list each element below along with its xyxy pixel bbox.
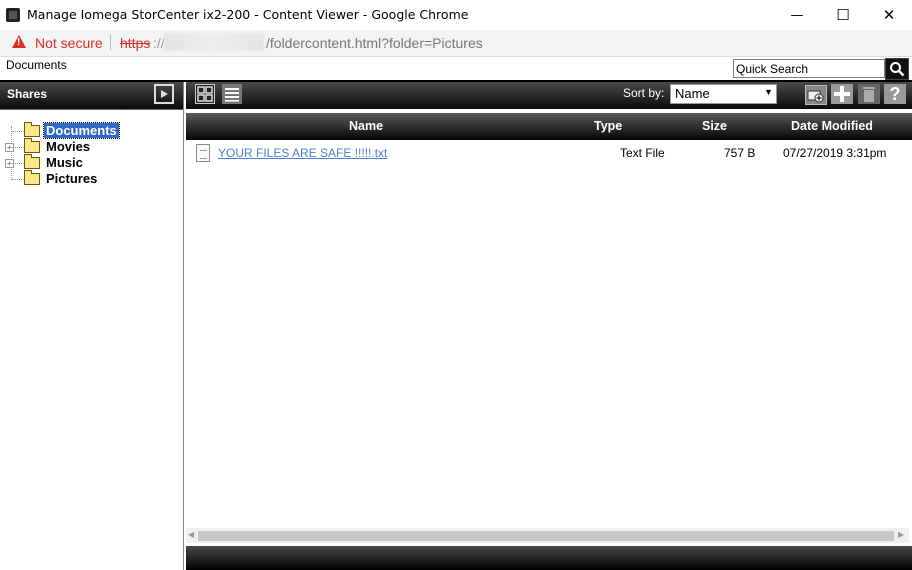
new-folder-icon <box>807 90 824 103</box>
sidebar-item-pictures[interactable]: Pictures <box>0 170 183 187</box>
scrollbar-thumb[interactable] <box>198 531 894 541</box>
sidebar-item-music[interactable]: + Music <box>0 154 183 171</box>
scroll-left-icon[interactable]: ◀ <box>188 530 194 539</box>
tree-connector <box>12 131 24 132</box>
sidebar-item-label[interactable]: Music <box>44 155 85 170</box>
sidebar-item-movies[interactable]: + Movies <box>0 138 183 155</box>
column-header-type[interactable]: Type <box>594 119 622 133</box>
url-separator[interactable]: :// <box>153 35 165 51</box>
grid-view-icon <box>197 86 213 102</box>
scroll-right-icon[interactable]: ▶ <box>898 530 904 539</box>
close-icon: ✕ <box>882 6 896 24</box>
quick-search-button[interactable] <box>885 58 909 80</box>
sidebar-item-documents[interactable]: Documents <box>0 122 183 139</box>
quick-search-input[interactable] <box>733 59 885 78</box>
search-icon <box>890 62 905 77</box>
security-status[interactable]: Not secure <box>35 35 103 51</box>
delete-button[interactable] <box>858 84 880 104</box>
breadcrumb: Documents <box>6 58 67 72</box>
text-file-icon <box>196 144 210 162</box>
file-type: Text File <box>620 146 665 160</box>
add-icon <box>834 86 850 102</box>
file-date-modified: 07/27/2019 3:31pm <box>783 146 887 160</box>
grid-view-button[interactable] <box>195 84 215 104</box>
window-title: Manage Iomega StorCenter ix2-200 - Conte… <box>27 7 469 22</box>
tree-connector <box>12 163 24 164</box>
folder-icon <box>24 170 40 185</box>
help-icon: ? <box>889 83 901 104</box>
shares-play-button[interactable] <box>154 84 174 104</box>
play-icon <box>161 90 168 98</box>
help-button[interactable]: ? <box>884 84 906 104</box>
column-header-size[interactable]: Size <box>702 119 727 133</box>
sort-by-label: Sort by: <box>623 86 665 100</box>
trash-icon <box>863 87 875 102</box>
column-header-date[interactable]: Date Modified <box>791 119 873 133</box>
add-button[interactable] <box>831 84 853 104</box>
close-button[interactable]: ✕ <box>866 0 912 30</box>
tree-connector <box>12 147 24 148</box>
new-folder-button[interactable] <box>805 85 827 105</box>
list-view-button[interactable] <box>222 84 242 104</box>
column-header-name[interactable]: Name <box>349 119 383 133</box>
file-name-link[interactable]: YOUR FILES ARE SAFE !!!!!.txt <box>218 146 387 160</box>
list-view-icon <box>225 88 239 102</box>
maximize-icon: ☐ <box>836 6 850 24</box>
url-host-redacted <box>164 33 264 51</box>
chevron-down-icon[interactable]: ▼ <box>764 87 773 97</box>
sidebar-item-label[interactable]: Pictures <box>44 171 99 186</box>
tree-connector <box>12 179 24 180</box>
content-footer <box>186 546 912 570</box>
url-path[interactable]: /foldercontent.html?folder=Pictures <box>266 35 483 51</box>
app-icon <box>6 8 20 22</box>
minimize-icon: — <box>790 7 804 23</box>
maximize-button[interactable]: ☐ <box>820 0 866 30</box>
address-divider <box>110 34 111 50</box>
url-scheme[interactable]: https <box>120 35 150 51</box>
folder-icon <box>24 122 40 137</box>
minimize-button[interactable]: — <box>774 0 820 30</box>
folder-icon <box>24 138 40 153</box>
folder-icon <box>24 154 40 169</box>
sort-by-select[interactable]: Name <box>670 84 777 104</box>
content-toolbar <box>186 82 912 109</box>
shares-title: Shares <box>7 87 48 101</box>
sort-by-value: Name <box>675 86 710 101</box>
sidebar-item-label[interactable]: Movies <box>44 139 92 154</box>
sidebar-item-label[interactable]: Documents <box>43 122 120 139</box>
file-size: 757 B <box>724 146 756 160</box>
warning-mark: ! <box>17 37 21 48</box>
